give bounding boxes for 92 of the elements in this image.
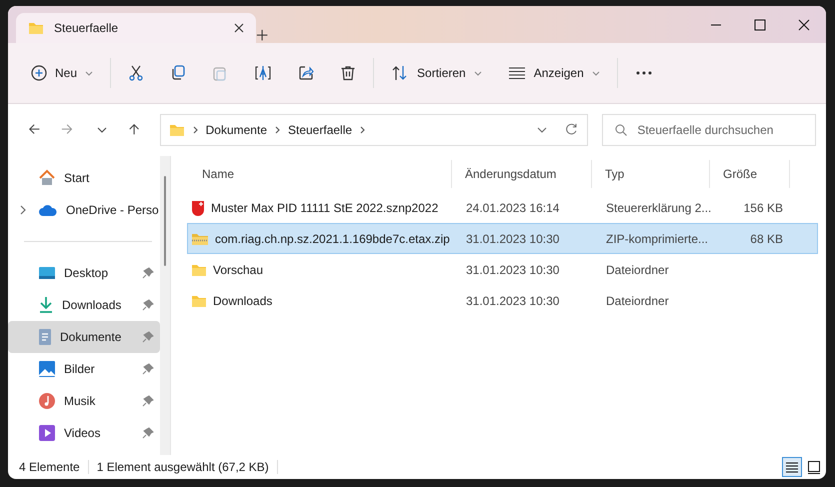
music-note-icon <box>38 392 56 410</box>
view-button[interactable]: Anzeigen <box>494 59 613 87</box>
file-row[interactable]: Vorschau 31.01.2023 10:30 Dateiordner <box>187 254 818 285</box>
file-row[interactable]: Downloads 31.01.2023 10:30 Dateiordner <box>187 285 818 316</box>
folder-icon <box>191 262 207 276</box>
sidebar-item[interactable]: Downloads <box>8 289 160 321</box>
share-icon <box>298 65 314 81</box>
item-count: 4 Elemente <box>19 460 80 474</box>
size-cell-text: 156 KB <box>742 200 784 214</box>
download-arrow-icon <box>38 296 54 314</box>
chevron-icon <box>360 126 366 134</box>
folder-icon <box>28 21 44 35</box>
folder-icon <box>168 123 185 137</box>
sidebar-item[interactable]: Musik <box>8 385 160 417</box>
scrollbar[interactable] <box>160 156 171 455</box>
breadcrumb-item[interactable]: Dokumente <box>206 123 267 137</box>
file-name: Vorschau <box>213 262 264 276</box>
scissors-icon <box>128 65 144 81</box>
file-name: Muster Max PID 11111 StE 2022.sznp2022 <box>211 200 438 214</box>
caret-icon <box>85 70 94 76</box>
file-name: com.riag.ch.np.sz.2021.1.169bde7c.etax.zip <box>215 232 450 246</box>
column-header[interactable]: Name <box>187 160 452 188</box>
date-cell-text: 24.01.2023 16:14 <box>465 200 560 214</box>
file-row[interactable]: com.riag.ch.np.sz.2021.1.169bde7c.etax.zip 31.01.2023 10:30 ZIP-komprimierte... 68 KB <box>187 223 818 254</box>
breadcrumb-item[interactable]: Steuerfaelle <box>288 123 352 137</box>
picture-icon <box>38 360 56 378</box>
more-icon <box>634 70 653 76</box>
size-cell-text: 68 KB <box>749 232 784 246</box>
dropdown-icon <box>96 127 107 133</box>
dropdown-icon <box>537 127 548 133</box>
refresh-icon <box>565 123 580 137</box>
close-icon <box>798 18 810 30</box>
pin-icon <box>142 267 154 279</box>
sidebar-item[interactable]: Start <box>8 162 160 194</box>
list-lines-icon <box>508 65 526 81</box>
cloud-icon <box>38 203 58 217</box>
document-icon <box>38 328 52 346</box>
file-row[interactable]: Muster Max PID 11111 StE 2022.sznp2022 24.01.2023 16:14 Steuererklärung 2... 156 KB <box>187 192 818 223</box>
rename-icon <box>254 65 272 81</box>
caret-icon <box>592 70 600 76</box>
pin-icon <box>142 299 154 311</box>
zip-folder-icon <box>191 232 209 246</box>
search-field[interactable]: Steuerfaelle durchsuchen <box>602 114 816 146</box>
sidebar-item[interactable]: Videos <box>8 417 160 449</box>
pin-icon <box>142 395 154 407</box>
folder-icon <box>191 294 207 308</box>
date-cell-text: 31.01.2023 10:30 <box>465 232 560 246</box>
square-icon <box>807 460 821 474</box>
up-icon <box>128 123 142 137</box>
type-cell-text: ZIP-komprimierte... <box>605 232 710 246</box>
selection-info: 1 Element ausgewählt (67,2 KB) <box>96 460 269 474</box>
pin-icon <box>142 331 154 343</box>
type-cell-text: Dateiordner <box>605 262 670 276</box>
video-icon <box>38 424 56 442</box>
desktop-icon <box>38 266 56 280</box>
sort-button[interactable]: Sortieren <box>378 59 495 87</box>
pin-icon <box>142 363 154 375</box>
sidebar-item[interactable]: Bilder <box>8 353 160 385</box>
plus-circle-icon <box>31 65 47 81</box>
expand-chevron-icon <box>20 205 26 215</box>
new-button[interactable]: Neu <box>18 59 106 87</box>
back-icon <box>28 123 42 137</box>
column-header[interactable]: Größe <box>710 160 790 188</box>
pin-icon <box>142 427 154 439</box>
list-lines-icon <box>785 460 799 474</box>
trash-icon <box>340 65 356 81</box>
address-bar[interactable]: Dokumente Steuerfaelle <box>160 114 588 146</box>
house-icon <box>38 169 56 187</box>
sidebar-item[interactable]: Dokumente <box>8 321 160 353</box>
folder-tab[interactable]: Steuerfaelle <box>16 13 256 43</box>
caret-icon <box>474 70 482 76</box>
copy-icon <box>170 65 186 81</box>
type-cell-text: Steuererklärung 2... <box>605 200 711 214</box>
new-tab-icon <box>256 29 270 43</box>
shield-icon <box>191 200 205 216</box>
sort-icon <box>391 65 410 81</box>
date-cell-text: 31.01.2023 10:30 <box>465 262 560 276</box>
sidebar-item[interactable]: Desktop <box>8 257 160 289</box>
clipboard-icon <box>212 65 228 81</box>
details-view-button[interactable] <box>782 457 802 477</box>
date-cell-text: 31.01.2023 10:30 <box>465 294 560 308</box>
close-tab-icon <box>234 23 244 33</box>
maximize-icon <box>754 18 766 30</box>
tab-title: Steuerfaelle <box>54 21 120 35</box>
chevron-icon <box>192 126 198 134</box>
sidebar-item[interactable]: OneDrive - Perso <box>8 194 160 226</box>
chevron-icon <box>275 126 280 134</box>
column-header[interactable]: Änderungsdatum <box>452 160 592 188</box>
file-name: Downloads <box>213 294 272 308</box>
search-icon <box>615 124 628 136</box>
column-header[interactable]: Typ <box>592 160 710 188</box>
type-cell-text: Dateiordner <box>605 294 670 308</box>
